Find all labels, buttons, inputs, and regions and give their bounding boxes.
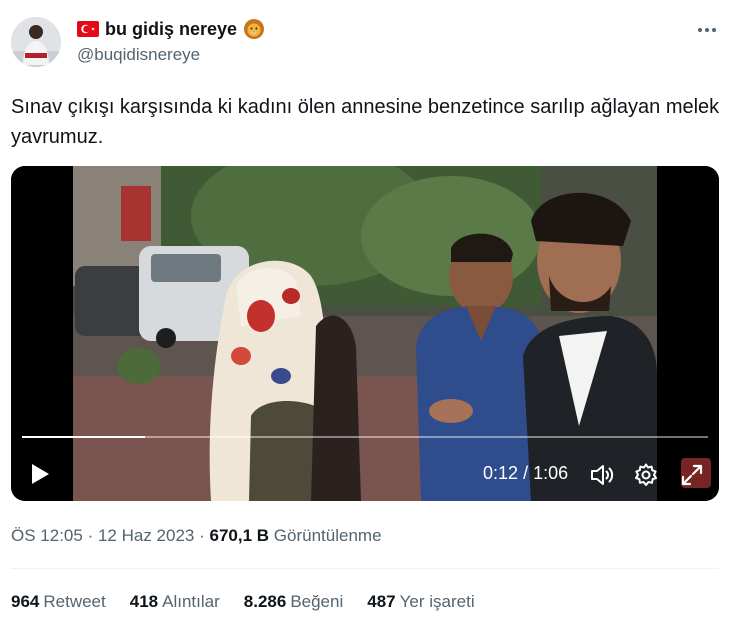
stat-label: Yer işareti: [399, 592, 475, 611]
video-time-separator: /: [523, 463, 529, 483]
stat-quotes[interactable]: 418 Alıntılar: [130, 592, 220, 612]
stat-count: 964: [11, 592, 40, 611]
turkey-flag-icon: [77, 21, 99, 37]
tweet-text: Sınav çıkışı karşısında ki kadını ölen a…: [11, 96, 720, 148]
gear-icon[interactable]: [633, 462, 659, 488]
lion-face-icon: [243, 18, 265, 40]
stat-label: Alıntılar: [162, 592, 220, 611]
video-current-time: 0:12: [483, 463, 519, 483]
meta-dot: ·: [199, 526, 205, 545]
stat-count: 418: [129, 592, 159, 611]
views-count: 670,1 B: [209, 526, 270, 545]
expand-icon[interactable]: [679, 462, 705, 488]
tweet-date[interactable]: 12 Haz 2023: [98, 526, 194, 545]
video-progress-bar[interactable]: [22, 436, 708, 438]
views-label: Görüntülenme: [273, 526, 382, 545]
stat-retweets[interactable]: 964 Retweet: [11, 592, 106, 612]
stat-likes[interactable]: 8.286 Beğeni: [244, 592, 343, 612]
divider: [11, 568, 719, 569]
play-icon[interactable]: [27, 460, 53, 488]
stat-count: 8.286: [243, 592, 287, 611]
stat-label: Retweet: [43, 592, 106, 611]
meta-dot: ·: [87, 526, 94, 545]
author-name-row[interactable]: bu gidiş nereye: [77, 18, 265, 40]
video-progress-fill: [22, 436, 146, 438]
video-player[interactable]: 0:12 / 1:06: [11, 166, 719, 501]
video-time: 0:12 / 1:06: [483, 463, 568, 484]
volume-icon[interactable]: [589, 462, 615, 488]
stat-bookmarks[interactable]: 487 Yer işareti: [367, 592, 474, 612]
engagement-stats: 964 Retweet 418 Alıntılar 8.286 Beğeni 487 Y…: [11, 592, 475, 612]
tweet-meta: ÖS 12:05 · 12 Haz 2023 · 670,1 B Görüntü…: [11, 526, 382, 546]
avatar[interactable]: [11, 17, 61, 67]
video-duration: 1:06: [533, 463, 569, 483]
stat-label: Beğeni: [290, 592, 344, 611]
tweet-time[interactable]: ÖS 12:05: [11, 526, 83, 545]
author-handle[interactable]: @buqidisnereye: [77, 45, 200, 65]
author-display-name[interactable]: bu gidiş nereye: [105, 19, 237, 40]
video-frame: [11, 166, 719, 501]
more-options-icon[interactable]: [694, 18, 720, 42]
stat-count: 487: [367, 592, 396, 611]
